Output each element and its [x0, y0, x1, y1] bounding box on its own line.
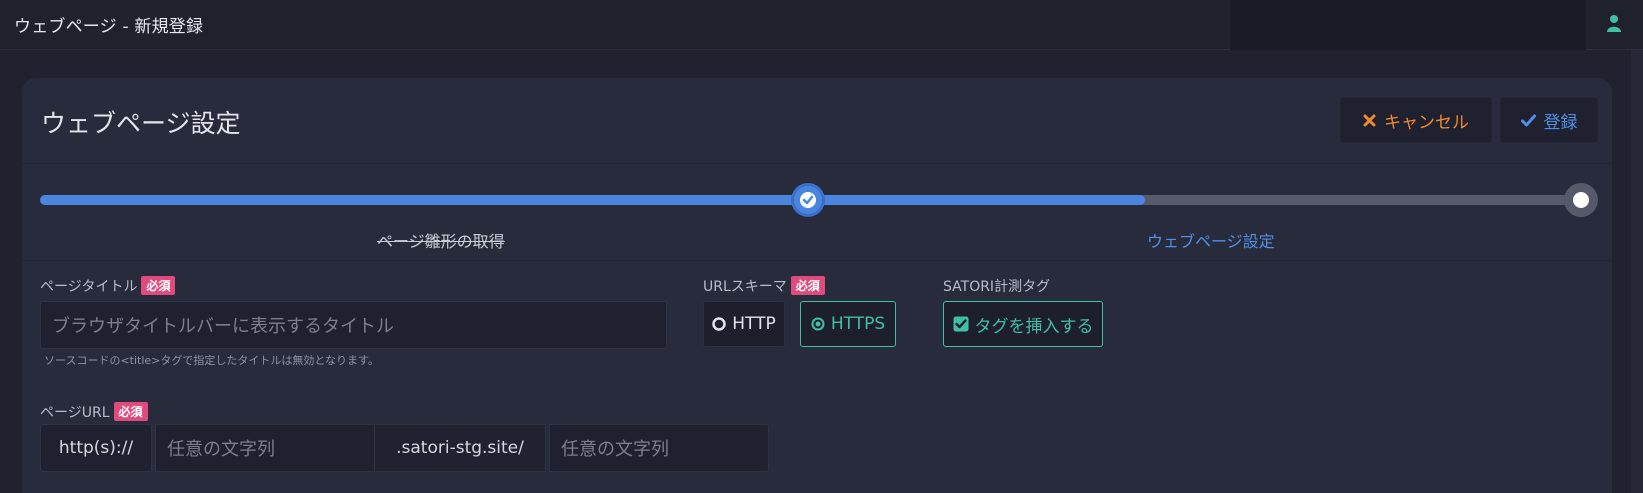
step-label-template: ページ雛形の取得	[377, 232, 505, 251]
window-title: ウェブページ - 新規登録	[14, 17, 204, 37]
page-url-label: ページURL 必須	[40, 402, 148, 422]
url-scheme-label-text: URLスキーマ	[703, 279, 787, 295]
check-circle-icon	[800, 192, 816, 208]
step-end-marker	[1564, 183, 1598, 217]
subdomain-input[interactable]: 任意の文字列	[155, 424, 375, 472]
path-placeholder: 任意の文字列	[561, 439, 669, 460]
page-title-label-text: ページタイトル	[40, 279, 138, 295]
cancel-button-label: キャンセル	[1384, 112, 1469, 133]
insert-tag-checkbox[interactable]: タグを挿入する	[943, 301, 1103, 347]
step-end-marker-inner	[1573, 192, 1589, 208]
url-prefix-addon: http(s)://	[40, 424, 152, 472]
top-bar: ウェブページ - 新規登録	[0, 0, 1643, 50]
insert-tag-label: タグを挿入する	[974, 316, 1094, 337]
blurred-region	[1230, 0, 1586, 50]
progress-stepper: ページ雛形の取得 ウェブページ設定	[22, 165, 1612, 261]
path-input[interactable]: 任意の文字列	[549, 424, 769, 472]
required-badge: 必須	[141, 276, 176, 295]
step-done-marker	[791, 183, 825, 217]
tracking-tag-label: SATORI計測タグ	[943, 279, 1051, 295]
scheme-https-option[interactable]: HTTPS	[800, 301, 896, 347]
page-url-label-text: ページURL	[40, 405, 110, 421]
page-title-label: ページタイトル 必須	[40, 276, 176, 296]
page-scrollbar[interactable]	[1631, 50, 1643, 493]
required-badge: 必須	[790, 276, 825, 295]
cancel-button[interactable]: キャンセル	[1340, 97, 1492, 143]
card-header: ウェブページ設定 キャンセル 登録	[22, 78, 1612, 164]
scheme-https-label: HTTPS	[830, 314, 886, 334]
domain-addon: .satori-stg.site/	[374, 424, 546, 472]
step-label-settings: ウェブページ設定	[1147, 232, 1275, 251]
subdomain-placeholder: 任意の文字列	[167, 439, 275, 460]
page-title-placeholder: ブラウザタイトルバーに表示するタイトル	[52, 316, 394, 337]
url-scheme-label: URLスキーマ 必須	[703, 276, 825, 296]
radio-selected-icon	[811, 317, 825, 331]
check-icon	[1520, 114, 1536, 126]
submit-button-label: 登録	[1543, 112, 1578, 133]
checkbox-checked-icon	[953, 316, 968, 332]
submit-button[interactable]: 登録	[1500, 97, 1598, 143]
required-badge: 必須	[113, 402, 148, 421]
user-icon[interactable]	[1606, 14, 1622, 32]
page-title-input[interactable]: ブラウザタイトルバーに表示するタイトル	[40, 301, 667, 349]
radio-empty-icon	[712, 317, 726, 331]
scheme-http-option[interactable]: HTTP	[703, 301, 785, 347]
close-icon	[1363, 114, 1376, 126]
page-title-helper: ソースコードの<title>タグで指定したタイトルは無効となります。	[44, 354, 379, 367]
scheme-http-label: HTTP	[732, 314, 776, 334]
card-title: ウェブページ設定	[41, 109, 241, 138]
progress-fill	[40, 195, 1145, 205]
